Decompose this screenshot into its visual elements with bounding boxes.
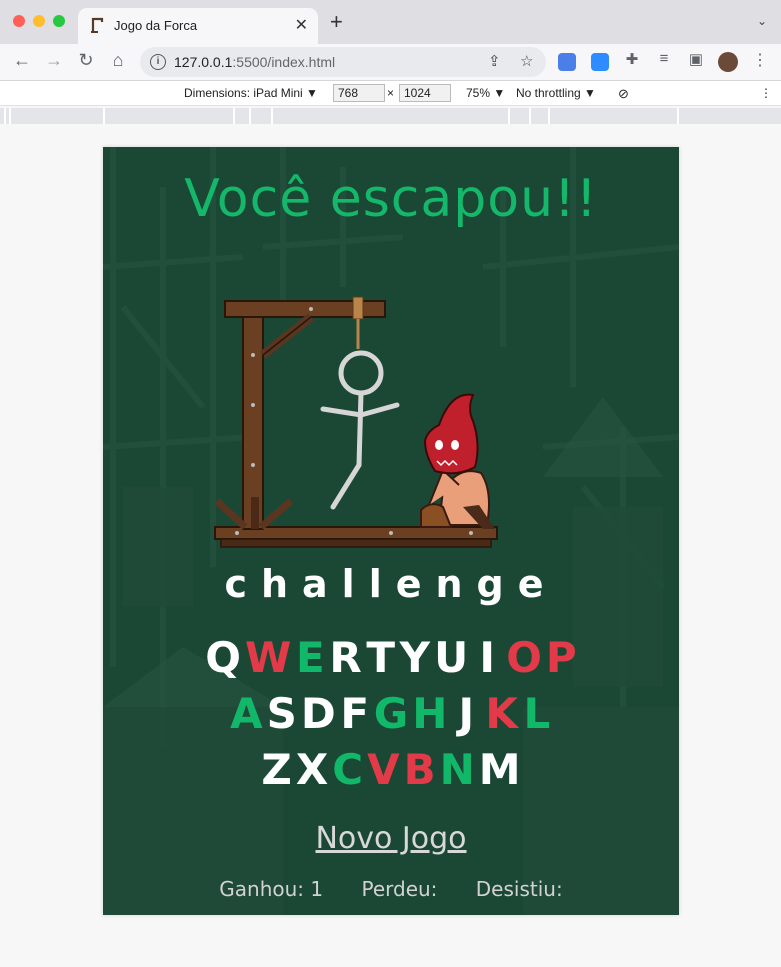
rotate-icon[interactable]: ⊘ (618, 86, 629, 102)
zoom-extension-icon[interactable] (591, 53, 609, 71)
forward-arrow-icon[interactable]: → (42, 50, 66, 71)
media-queue-icon[interactable]: ≡ (652, 50, 676, 67)
key-g[interactable]: G (374, 689, 408, 738)
key-x[interactable]: X (296, 745, 328, 794)
device-dimensions-select[interactable]: Dimensions: iPad Mini ▼ (184, 86, 318, 100)
key-y[interactable]: Y (400, 633, 430, 682)
key-r[interactable]: R (329, 633, 361, 682)
device-toolbar: Dimensions: iPad Mini ▼ 768 × 1024 75% ▼… (0, 81, 781, 106)
maximize-window-button[interactable] (53, 15, 65, 27)
gallows-favicon-icon (91, 17, 104, 33)
new-tab-button[interactable]: + (330, 11, 343, 33)
minimize-window-button[interactable] (33, 15, 45, 27)
secret-word: challenge (224, 562, 558, 606)
key-n[interactable]: N (440, 745, 475, 794)
translate-extension-icon[interactable] (558, 53, 576, 71)
new-game-button[interactable]: Novo Jogo (103, 821, 679, 856)
dimensions-times-label: × (387, 86, 395, 100)
browser-tab[interactable]: Jogo da Forca ✕ (78, 8, 318, 44)
key-h[interactable]: H (412, 689, 447, 738)
key-e[interactable]: E (295, 633, 325, 682)
key-k[interactable]: K (485, 689, 518, 738)
won-count: Ganhou: 1 (219, 877, 324, 901)
browser-titlebar: Jogo da Forca ✕ + ⌄ (0, 0, 781, 44)
hangman-scene (214, 296, 498, 548)
extensions-puzzle-icon[interactable]: ✚ (620, 50, 644, 68)
profile-avatar[interactable] (718, 52, 738, 72)
viewport-height-input[interactable]: 1024 (399, 84, 451, 102)
gave-up-count: Desistiu: (475, 877, 563, 901)
key-w[interactable]: W (245, 633, 291, 682)
home-icon[interactable]: ⌂ (106, 50, 130, 71)
back-arrow-icon[interactable]: ← (10, 50, 34, 71)
viewport-width-input[interactable]: 768 (333, 84, 385, 102)
key-b[interactable]: B (404, 745, 436, 794)
executioner-icon (420, 393, 495, 529)
result-title: Você escapou!! (184, 169, 598, 229)
zoom-select[interactable]: 75% ▼ (466, 86, 505, 100)
close-window-button[interactable] (13, 15, 25, 27)
tab-search-chevron-icon[interactable]: ⌄ (757, 14, 767, 28)
key-l[interactable]: L (522, 689, 552, 738)
throttling-select[interactable]: No throttling ▼ (516, 86, 596, 100)
key-j[interactable]: J (451, 689, 481, 738)
browser-toolbar: ← → ↻ ⌂ i 127.0.0.1:5500/index.html ⇪ ☆ … (0, 44, 781, 81)
browser-menu-icon[interactable]: ⋮ (748, 50, 772, 70)
key-v[interactable]: V (367, 745, 400, 794)
keyboard-row-3: ZXCVBNM (103, 745, 679, 794)
keyboard-row-2: ASD F GH J K L (103, 689, 679, 738)
side-panel-icon[interactable]: ▣ (684, 50, 708, 68)
key-u[interactable]: U (434, 633, 468, 682)
key-t[interactable]: T (366, 633, 396, 682)
url-text: 127.0.0.1:5500/index.html (174, 54, 336, 70)
info-icon[interactable]: i (150, 54, 166, 70)
keyboard-row-1: QW E R T YU I OP (103, 633, 679, 682)
key-f[interactable]: F (340, 689, 370, 738)
stick-figure-icon (320, 350, 400, 510)
devtools-more-icon[interactable]: ⋮ (760, 86, 772, 100)
key-d[interactable]: D (301, 689, 336, 738)
tab-title: Jogo da Forca (114, 18, 198, 33)
bookmark-star-icon[interactable]: ☆ (520, 52, 533, 70)
address-bar[interactable]: i 127.0.0.1:5500/index.html ⇪ ☆ (140, 47, 546, 77)
share-icon[interactable]: ⇪ (488, 52, 501, 70)
key-s[interactable]: S (267, 689, 297, 738)
score-stats: Ganhou: 1 Perdeu: Desistiu: (103, 877, 679, 901)
media-query-ruler[interactable] (0, 108, 781, 124)
key-p[interactable]: P (546, 633, 577, 682)
tab-close-icon[interactable]: ✕ (295, 15, 308, 35)
game-viewport: Você escapou!! challenge QW E R T YU I O… (103, 147, 679, 915)
key-m[interactable]: M (479, 745, 521, 794)
reload-icon[interactable]: ↻ (74, 50, 98, 71)
key-i[interactable]: I (472, 633, 502, 682)
key-a[interactable]: A (230, 689, 263, 738)
key-q[interactable]: Q (205, 633, 241, 682)
lost-count: Perdeu: (361, 877, 438, 901)
key-z[interactable]: Z (261, 745, 291, 794)
key-o[interactable]: O (506, 633, 542, 682)
key-c[interactable]: C (332, 745, 363, 794)
